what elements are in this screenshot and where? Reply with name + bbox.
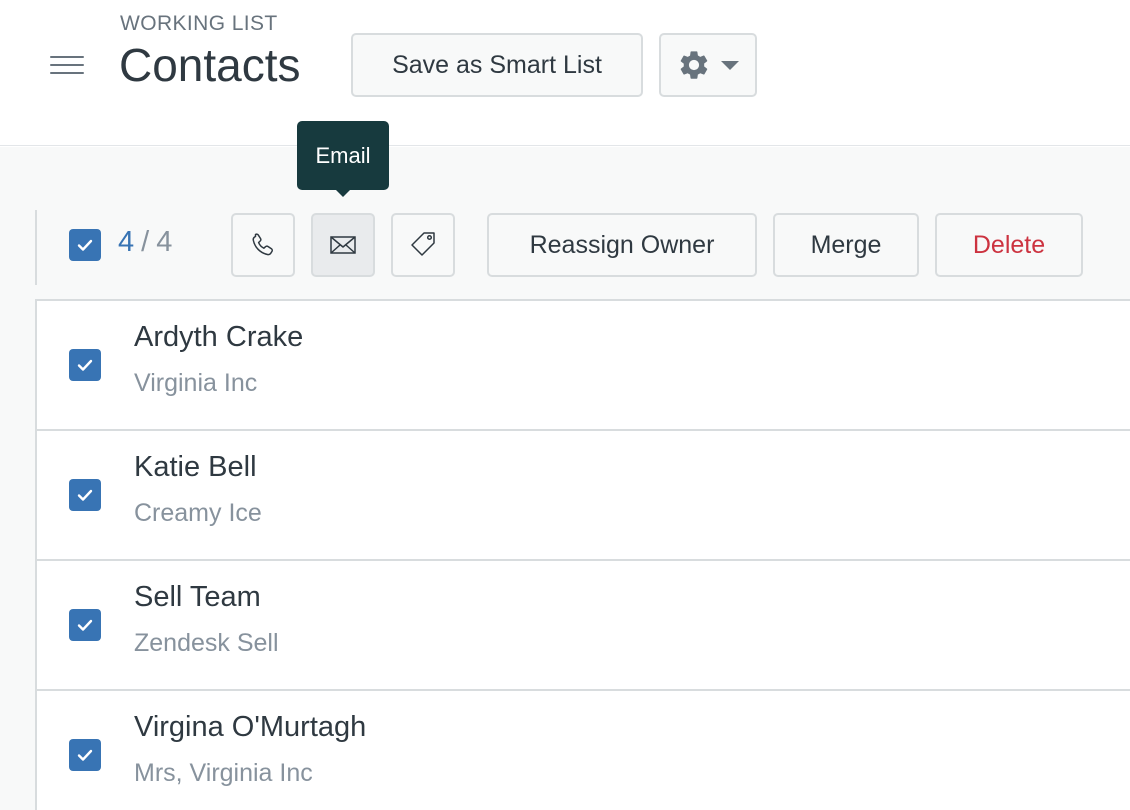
menu-icon[interactable]: [50, 54, 84, 76]
call-button[interactable]: [231, 213, 295, 277]
count-separator: /: [141, 226, 151, 258]
merge-button[interactable]: Merge: [773, 213, 919, 277]
list-item[interactable]: Ardyth Crake Virginia Inc: [37, 301, 1130, 431]
settings-dropdown-button[interactable]: [659, 33, 757, 97]
contact-company: Mrs, Virginia Inc: [134, 759, 313, 787]
save-as-smart-list-button[interactable]: Save as Smart List: [351, 33, 643, 97]
chevron-down-icon: [721, 60, 739, 70]
email-tooltip: Email: [297, 121, 389, 197]
total-count: 4: [156, 226, 174, 258]
contact-company: Virginia Inc: [134, 369, 258, 397]
tag-icon: [411, 232, 435, 256]
contact-company: Zendesk Sell: [134, 629, 279, 657]
contact-company: Creamy Ice: [134, 499, 262, 527]
contact-name[interactable]: Virgina O'Murtagh: [134, 711, 366, 744]
page-title: Contacts: [119, 39, 301, 91]
checkmark-icon: [77, 749, 93, 761]
row-checkbox[interactable]: [69, 609, 101, 641]
list-item[interactable]: Virgina O'Murtagh Mrs, Virginia Inc: [37, 691, 1130, 810]
row-checkbox[interactable]: [69, 739, 101, 771]
delete-button[interactable]: Delete: [935, 213, 1083, 277]
checkmark-icon: [77, 619, 93, 631]
envelope-icon: [330, 236, 356, 254]
list-item[interactable]: Katie Bell Creamy Ice: [37, 431, 1130, 561]
list-item[interactable]: Sell Team Zendesk Sell: [37, 561, 1130, 691]
contacts-list: Ardyth Crake Virginia Inc Katie Bell Cre…: [35, 299, 1130, 810]
checkmark-icon: [77, 239, 93, 251]
page-eyebrow: WORKING LIST: [120, 12, 278, 35]
checkmark-icon: [77, 489, 93, 501]
contact-name[interactable]: Katie Bell: [134, 451, 257, 484]
contact-name[interactable]: Sell Team: [134, 581, 261, 614]
row-checkbox[interactable]: [69, 479, 101, 511]
gear-icon: [680, 51, 708, 79]
contact-name[interactable]: Ardyth Crake: [134, 321, 303, 354]
page-header: WORKING LIST Contacts Save as Smart List: [0, 0, 1130, 146]
email-button[interactable]: [311, 213, 375, 277]
row-checkbox[interactable]: [69, 349, 101, 381]
selected-count: 4: [118, 226, 136, 258]
phone-icon: [252, 233, 273, 256]
selection-count: 4/4: [118, 226, 173, 259]
select-all-checkbox[interactable]: [69, 229, 101, 261]
tag-button[interactable]: [391, 213, 455, 277]
reassign-owner-button[interactable]: Reassign Owner: [487, 213, 757, 277]
checkmark-icon: [77, 359, 93, 371]
bulk-bar-divider: [35, 210, 37, 285]
